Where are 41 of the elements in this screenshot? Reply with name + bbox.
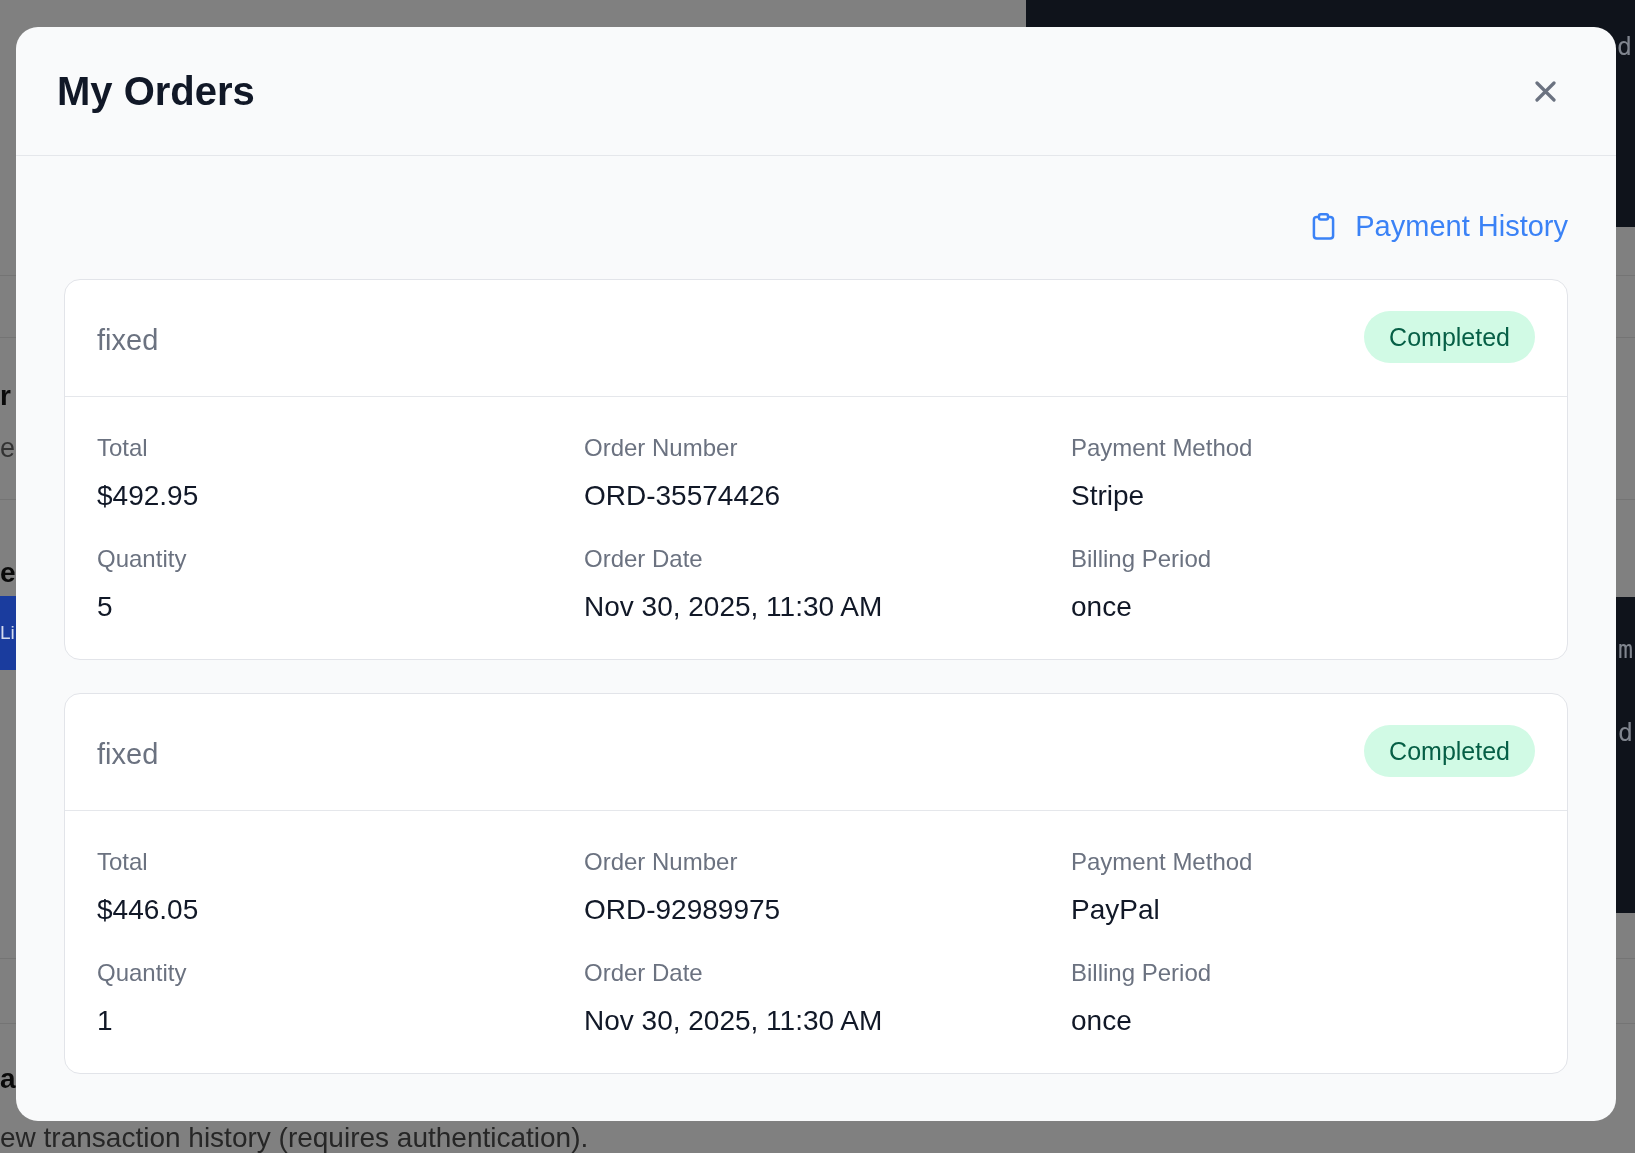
order-type: fixed xyxy=(97,323,159,358)
field-value: 5 xyxy=(97,590,113,624)
field-label: Order Number xyxy=(584,847,738,877)
field-label: Total xyxy=(97,847,148,877)
field-label: Order Date xyxy=(584,958,703,988)
field-label: Payment Method xyxy=(1071,847,1253,877)
background-text: d xyxy=(1617,718,1633,748)
field-label: Payment Method xyxy=(1071,433,1253,463)
close-icon xyxy=(1534,80,1556,102)
field-value: ORD-35574426 xyxy=(584,479,781,513)
field-label: Total xyxy=(97,433,148,463)
field-value: Nov 30, 2025, 11:30 AM xyxy=(584,1004,883,1038)
background-heading: a xyxy=(0,1062,16,1096)
field-value: once xyxy=(1071,590,1132,624)
field-label: Order Number xyxy=(584,433,738,463)
dialog-title: My Orders xyxy=(57,68,255,115)
field-label: Quantity xyxy=(97,958,187,988)
background-text: d xyxy=(1616,32,1632,63)
status-badge: Completed xyxy=(1364,725,1535,777)
background-text: e xyxy=(0,432,16,464)
payment-history-link[interactable]: Payment History xyxy=(1312,208,1568,244)
field-value: Nov 30, 2025, 11:30 AM xyxy=(584,590,883,624)
field-value: $492.95 xyxy=(97,479,199,513)
field-value: PayPal xyxy=(1071,893,1160,927)
background-button[interactable]: Li xyxy=(0,596,16,670)
field-value: $446.05 xyxy=(97,893,199,927)
background-heading: e xyxy=(0,556,16,590)
field-value: 1 xyxy=(97,1004,113,1038)
field-label: Billing Period xyxy=(1071,544,1212,574)
field-label: Quantity xyxy=(97,544,187,574)
background-heading: r xyxy=(0,379,11,413)
field-value: Stripe xyxy=(1071,479,1145,513)
field-value: once xyxy=(1071,1004,1132,1038)
field-label: Order Date xyxy=(584,544,703,574)
field-value: ORD-92989975 xyxy=(584,893,781,927)
field-label: Billing Period xyxy=(1071,958,1212,988)
order-type: fixed xyxy=(97,737,159,772)
clipboard-icon xyxy=(1312,212,1336,240)
status-badge: Completed xyxy=(1364,311,1535,363)
background-text: ew transaction history (requires authentication). xyxy=(0,1124,589,1152)
background-text: m xyxy=(1617,635,1633,665)
